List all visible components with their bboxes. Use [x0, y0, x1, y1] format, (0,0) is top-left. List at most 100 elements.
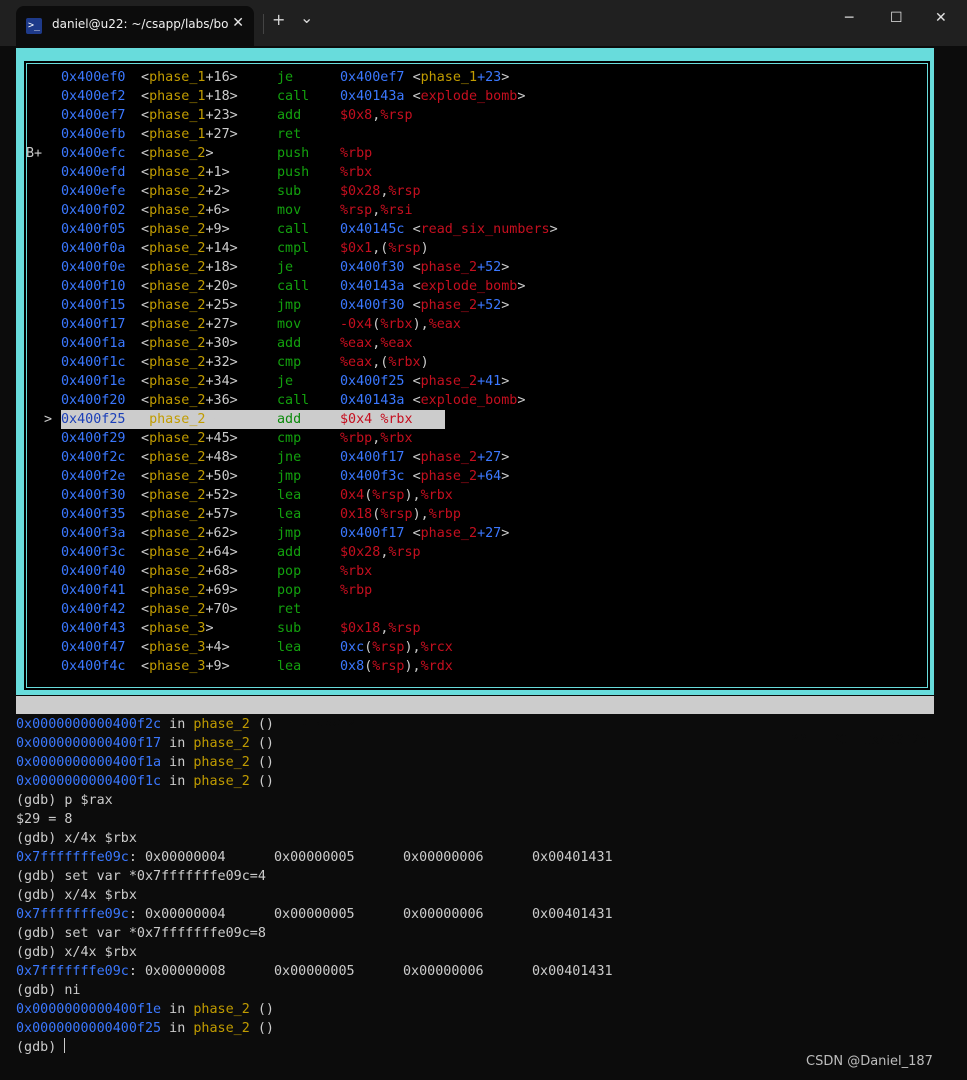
symbol-offset: <phase_2+52> [141, 486, 238, 505]
function-name: phase_1 [149, 89, 206, 104]
symbol-offset: <phase_1+23> [141, 106, 238, 125]
close-window-button[interactable]: ✕ [935, 10, 947, 26]
instruction-address: 0x400f10 [61, 279, 126, 294]
offset: +32> [205, 355, 238, 370]
divider [263, 14, 264, 34]
symbol-offset: <phase_2+6> [141, 201, 230, 220]
operand: < [412, 393, 421, 408]
operand: %rsp [372, 659, 405, 674]
operand: > [517, 279, 526, 294]
operand: %rsp [372, 640, 405, 655]
asm-row: 0x400f05 <phase_2+9> call 0x40145c <read_si… [24, 220, 924, 239]
console-line: (gdb) set var *0x7fffffffe09c=8 [16, 924, 946, 943]
operand: phase_2 [420, 260, 478, 275]
console-text: phase_2 [193, 755, 250, 770]
instruction-address: 0x400f02 [61, 203, 126, 218]
console-text: phase_2 [193, 717, 250, 732]
operand: +52 [477, 298, 502, 313]
operand: +27 [477, 526, 502, 541]
opcode: add [277, 412, 302, 427]
bracket: < [141, 355, 150, 370]
offset: +18> [205, 89, 238, 104]
console-line: 0x0000000000400f1c in phase_2 () [16, 772, 946, 791]
operands: 0x400ef7 <phase_1+23> [340, 68, 509, 87]
function-name: phase_2 [149, 241, 206, 256]
terminal-tab[interactable]: >_ daniel@u22: ~/csapp/labs/bo ✕ [16, 6, 254, 46]
operand: -0x4 [340, 317, 373, 332]
opcode: call [277, 279, 310, 294]
asm-row: B+ 0x400efc <phase_2> push %rbp [24, 144, 924, 163]
operand: %eax [340, 355, 373, 370]
asm-row: 0x400f40 <phase_2+68> pop %rbx [24, 562, 924, 581]
operand: %rsp [388, 545, 421, 560]
console-line: (gdb) x/4x $rbx [16, 886, 946, 905]
operand: +27 [477, 450, 502, 465]
operand: phase_2 [420, 298, 478, 313]
console-text: () [249, 1002, 274, 1017]
console-text: () [249, 1021, 274, 1036]
offset: +52> [205, 488, 238, 503]
gdb-console[interactable]: 0x0000000000400f2c in phase_2 () 0x000000… [16, 715, 946, 1057]
maximize-button[interactable]: ☐ [890, 10, 903, 26]
function-name: phase_2 [149, 431, 206, 446]
operand: $0x1 [340, 241, 373, 256]
offset: +45> [205, 431, 238, 446]
console-text: 0x0000000000400f1e [16, 1002, 162, 1017]
operand: +52 [477, 260, 502, 275]
console-text: : 0x00000004 0x00000005 0x00000006 0x004… [128, 850, 613, 865]
operand: %rsp [372, 488, 405, 503]
dropdown-icon[interactable]: ⌄ [300, 8, 313, 27]
opcode: cmp [277, 355, 302, 370]
instruction-address: 0x400f15 [61, 298, 126, 313]
operands: 0x40143a <explode_bomb> [340, 87, 525, 106]
function-name: phase_2 [149, 488, 206, 503]
operands: 0x400f17 <phase_2+27> [340, 524, 509, 543]
bracket: < [141, 621, 150, 636]
opcode: add [277, 108, 302, 123]
console-line: 0x7fffffffe09c: 0x00000008 0x00000005 0x… [16, 962, 946, 981]
instruction-address: 0x400f17 [61, 317, 126, 332]
asm-row: 0x400f41 <phase_2+69> pop %rbp [24, 581, 924, 600]
console-line: (gdb) x/4x $rbx [16, 943, 946, 962]
console-line: 0x7fffffffe09c: 0x00000004 0x00000005 0x… [16, 848, 946, 867]
operand: < [412, 374, 421, 389]
symbol-offset: <phase_2+36> [141, 391, 238, 410]
console-line: 0x0000000000400f2c in phase_2 () [16, 715, 946, 734]
console-text: (gdb) p $rax [16, 793, 113, 808]
minimize-button[interactable]: ─ [845, 10, 853, 26]
instruction-address: 0x400f40 [61, 564, 126, 579]
operand: %eax [428, 317, 461, 332]
offset: +27> [205, 317, 238, 332]
operand: 0xc [340, 640, 365, 655]
operands: 0x18(%rsp),%rbp [340, 505, 461, 524]
symbol-offset: <phase_2+25> [141, 296, 238, 315]
operand: %rbp [340, 431, 373, 446]
console-text: (gdb) set var *0x7fffffffe09c=8 [16, 926, 266, 941]
bracket: < [141, 241, 150, 256]
instruction-address: 0x400f25 [61, 412, 126, 427]
close-tab-icon[interactable]: ✕ [232, 15, 244, 31]
operands: $0x1,(%rsp) [340, 239, 429, 258]
offset: +2> [205, 184, 230, 199]
new-tab-button[interactable]: + [272, 10, 285, 29]
console-line: $29 = 8 [16, 810, 946, 829]
asm-row: 0x400f10 <phase_2+20> call 0x40143a <explod… [24, 277, 924, 296]
bracket: < [141, 469, 150, 484]
function-name: phase_1 [149, 108, 206, 123]
operands: $0x18,%rsp [340, 619, 421, 638]
operand: 0x400f30 [340, 298, 413, 313]
operand: %rbx [380, 412, 413, 427]
operand: > [501, 374, 510, 389]
opcode: jmp [277, 298, 302, 313]
offset: +6> [205, 203, 230, 218]
console-text: () [249, 774, 274, 789]
instruction-address: 0x400f20 [61, 393, 126, 408]
opcode: ret [277, 127, 302, 142]
function-name: phase_2 [149, 260, 206, 275]
operand: < [412, 70, 421, 85]
function-name: phase_3 [149, 640, 206, 655]
console-text: (gdb) x/4x $rbx [16, 831, 137, 846]
asm-row: 0x400f3a <phase_2+62> jmp 0x400f17 <phase_2… [24, 524, 924, 543]
function-name: phase_2 [149, 526, 206, 541]
operand: 0x400f17 [340, 526, 413, 541]
